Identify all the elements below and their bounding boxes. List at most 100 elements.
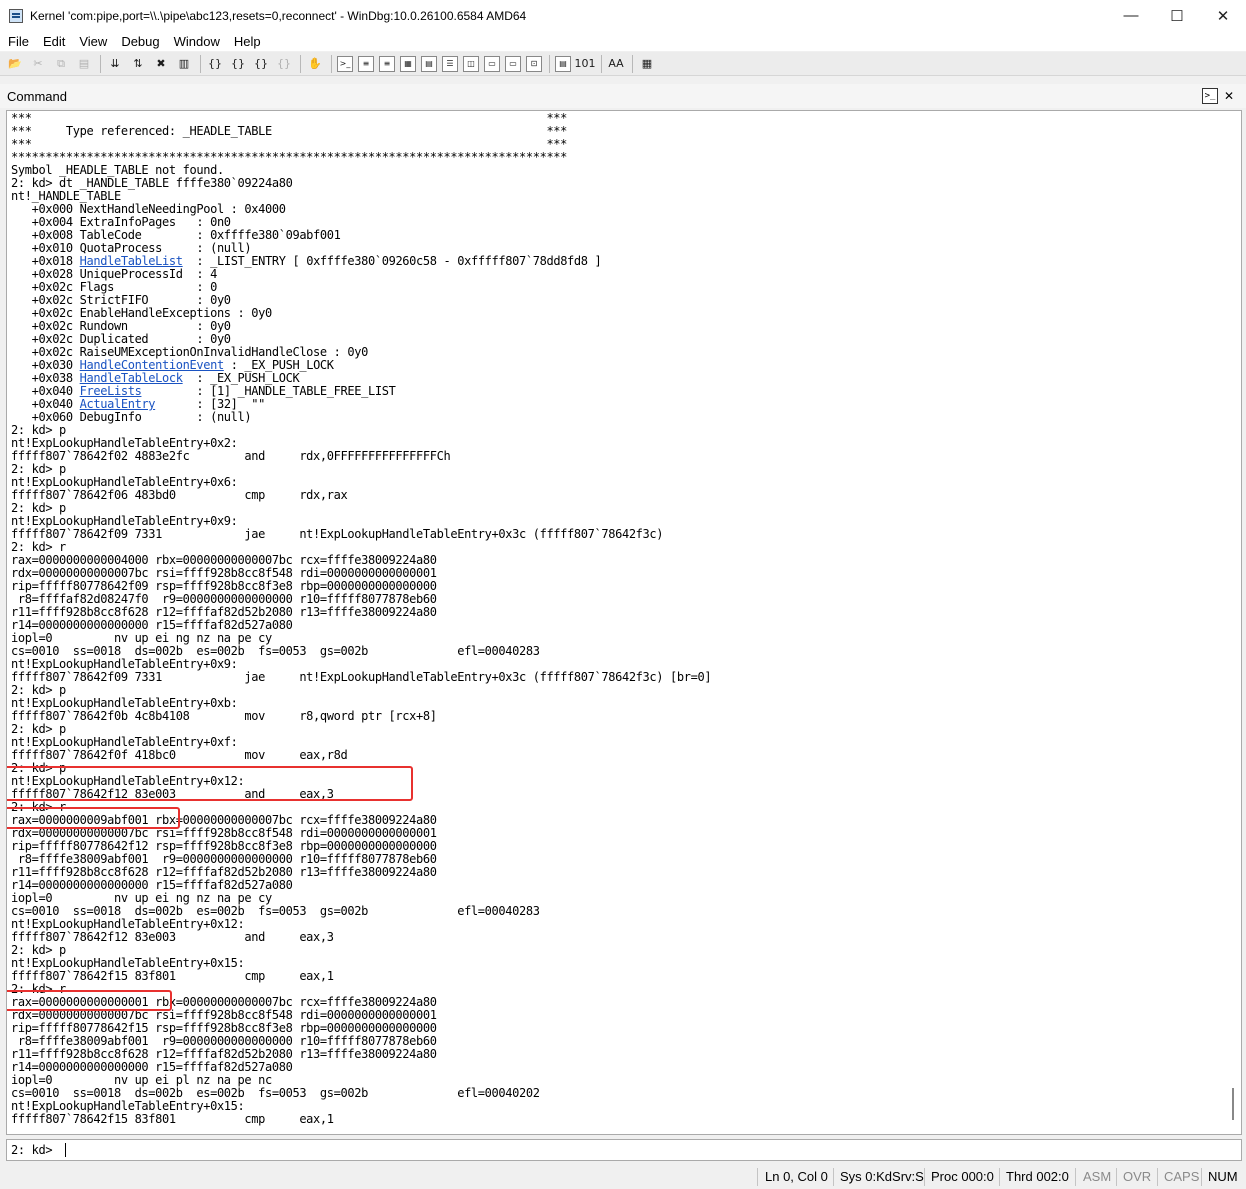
output-text: nt!ExpLookupHandleTableEntry+0x15: xyxy=(11,1099,245,1113)
output-text: nt!ExpLookupHandleTableEntry+0x9: xyxy=(11,514,238,528)
scratch-pad-icon[interactable]: ▭ xyxy=(484,55,500,72)
highlight-box-rax-2 xyxy=(7,990,172,1011)
output-text: cs=0010 ss=0018 ds=002b es=002b fs=0053 … xyxy=(11,644,540,658)
output-text: 2: kd> p xyxy=(11,943,66,957)
output-text: +0x028 UniqueProcessId : 4 xyxy=(11,267,218,281)
run-to-cursor-icon[interactable]: {} xyxy=(275,55,293,73)
output-text: nt!ExpLookupHandleTableEntry+0x9: xyxy=(11,657,238,671)
command-output-pane[interactable]: *** *** *** Type referenced: _HEADLE_TABL… xyxy=(6,110,1242,1135)
menu-window[interactable]: Window xyxy=(166,34,226,49)
options-icon[interactable]: ▦ xyxy=(638,55,656,73)
close-button[interactable]: ✕ xyxy=(1200,0,1246,31)
command-prompt-icon[interactable]: >_ xyxy=(1202,88,1218,104)
dml-link[interactable]: ActualEntry xyxy=(80,397,156,411)
output-text: *** *** xyxy=(11,111,568,125)
output-text: +0x02c EnableHandleExceptions : 0y0 xyxy=(11,306,273,320)
restart-icon[interactable]: ⇅ xyxy=(129,55,147,73)
output-text: iopl=0 nv up ei ng nz na pe cy xyxy=(11,891,272,905)
toolbar-separator xyxy=(549,54,550,73)
title-bar: Kernel 'com:pipe,port=\\.\pipe\abc123,re… xyxy=(0,0,1246,31)
dml-link[interactable]: FreeLists xyxy=(80,384,142,398)
break-icon[interactable]: ▥ xyxy=(175,55,193,73)
output-text: +0x018 xyxy=(11,254,80,268)
output-line: fffff807`78642f15 83f801 cmp eax,1 xyxy=(11,1113,711,1126)
go-icon[interactable]: ⇊ xyxy=(106,55,124,73)
scrollbar-thumb[interactable] xyxy=(1232,1088,1234,1120)
output-text: *** *** xyxy=(11,137,568,151)
font-icon[interactable]: AA xyxy=(607,55,625,73)
copy-icon[interactable]: ⧉ xyxy=(52,55,70,73)
status-caps: CAPS xyxy=(1164,1169,1200,1184)
source-mode-icon[interactable]: ⊡ xyxy=(526,55,542,72)
status-num: NUM xyxy=(1208,1169,1238,1184)
status-position: Ln 0, Col 0 xyxy=(765,1169,828,1184)
output-text: iopl=0 nv up ei ng nz na pe cy xyxy=(11,631,272,645)
disassembly-window-icon[interactable]: ◫ xyxy=(463,55,479,72)
windbg-app-icon[interactable] xyxy=(9,8,23,23)
step-out-icon[interactable]: {} xyxy=(252,55,270,73)
output-text: nt!ExpLookupHandleTableEntry+0xb: xyxy=(11,696,238,710)
output-text: fffff807`78642f12 83e003 and eax,3 xyxy=(11,930,334,944)
hex-display-icon[interactable]: 101 xyxy=(575,55,596,73)
dml-link[interactable]: HandleTableLock xyxy=(80,371,183,385)
status-ovr: OVR xyxy=(1123,1169,1152,1184)
output-text: r14=0000000000000000 r15=ffffaf82d527a08… xyxy=(11,878,293,892)
output-text: +0x010 QuotaProcess : (null) xyxy=(11,241,252,255)
output-text: 2: kd> p xyxy=(11,722,66,736)
output-text: r8=ffffe38009abf001 r9=0000000000000000 … xyxy=(11,852,437,866)
output-text: rax=0000000000004000 rbx=00000000000007b… xyxy=(11,553,437,567)
output-text: fffff807`78642f06 483bd0 cmp rdx,rax xyxy=(11,488,348,502)
menu-view[interactable]: View xyxy=(71,34,113,49)
output-text: : _EX_PUSH_LOCK xyxy=(182,371,300,385)
output-text: r11=ffff928b8cc8f628 r12=ffffaf82d52b208… xyxy=(11,605,437,619)
highlight-box-rax-1 xyxy=(7,807,180,829)
output-text: +0x02c Duplicated : 0y0 xyxy=(11,332,231,346)
processes-threads-icon[interactable]: ▭ xyxy=(505,55,521,72)
command-input-area[interactable]: 2: kd> xyxy=(6,1139,1242,1161)
paste-icon[interactable]: ▤ xyxy=(75,55,93,73)
output-text: nt!ExpLookupHandleTableEntry+0xf: xyxy=(11,735,238,749)
stop-debugging-icon[interactable]: ✖ xyxy=(152,55,170,73)
output-text: +0x004 ExtraInfoPages : 0n0 xyxy=(11,215,231,229)
open-icon[interactable]: 📂 xyxy=(6,55,24,73)
output-text: fffff807`78642f09 7331 jae nt!ExpLookupH… xyxy=(11,670,712,684)
menu-file[interactable]: File xyxy=(0,34,35,49)
dml-link[interactable]: HandleTableList xyxy=(80,254,183,268)
locals-window-icon[interactable]: ≡ xyxy=(379,55,395,72)
output-line: fffff807`78642f0b 4c8b4108 mov r8,qword … xyxy=(11,710,711,723)
menu-debug[interactable]: Debug xyxy=(113,34,165,49)
output-text: +0x000 NextHandleNeedingPool : 0x4000 xyxy=(11,202,286,216)
output-text: r14=0000000000000000 r15=ffffaf82d527a08… xyxy=(11,1060,293,1074)
command-window-icon[interactable]: >_ xyxy=(337,55,353,72)
output-text: r11=ffff928b8cc8f628 r12=ffffaf82d52b208… xyxy=(11,1047,437,1061)
command-window-close-icon[interactable]: ✕ xyxy=(1222,88,1236,104)
menu-bar: File Edit View Debug Window Help xyxy=(0,31,1246,51)
minimize-button[interactable]: — xyxy=(1108,0,1154,31)
output-line: fffff807`78642f12 83e003 and eax,3 xyxy=(11,931,711,944)
output-text: fffff807`78642f0b 4c8b4108 mov r8,qword … xyxy=(11,709,437,723)
output-text: 2: kd> p xyxy=(11,462,66,476)
registers-window-icon[interactable]: ▦ xyxy=(400,55,416,72)
dml-link[interactable]: HandleContentionEvent xyxy=(80,358,225,372)
output-line: fffff807`78642f15 83f801 cmp eax,1 xyxy=(11,970,711,983)
memory-window-icon[interactable]: ▤ xyxy=(421,55,437,72)
menu-help[interactable]: Help xyxy=(226,34,267,49)
output-text: +0x060 DebugInfo : (null) xyxy=(11,410,252,424)
toolbar-separator xyxy=(300,54,301,73)
maximize-button[interactable]: ☐ xyxy=(1154,0,1200,31)
menu-edit[interactable]: Edit xyxy=(35,34,71,49)
source-mode-on-icon[interactable]: ▤ xyxy=(555,55,571,72)
command-output: *** *** *** Type referenced: _HEADLE_TABL… xyxy=(11,111,712,1126)
output-text: r14=0000000000000000 r15=ffffaf82d527a08… xyxy=(11,618,293,632)
output-text: +0x030 xyxy=(11,358,80,372)
vertical-scrollbar[interactable] xyxy=(1224,111,1241,1134)
call-stack-window-icon[interactable]: ☰ xyxy=(442,55,458,72)
step-into-icon[interactable]: {} xyxy=(206,55,224,73)
cut-icon[interactable]: ✂ xyxy=(29,55,47,73)
output-text: 2: kd> dt _HANDLE_TABLE ffffe380`09224a8… xyxy=(11,176,293,190)
step-over-icon[interactable]: {} xyxy=(229,55,247,73)
output-text: fffff807`78642f0f 418bc0 mov eax,r8d xyxy=(11,748,348,762)
hand-icon[interactable]: ✋ xyxy=(306,55,324,73)
toolbar-separator xyxy=(331,54,332,73)
watch-window-icon[interactable]: ≡ xyxy=(358,55,374,72)
